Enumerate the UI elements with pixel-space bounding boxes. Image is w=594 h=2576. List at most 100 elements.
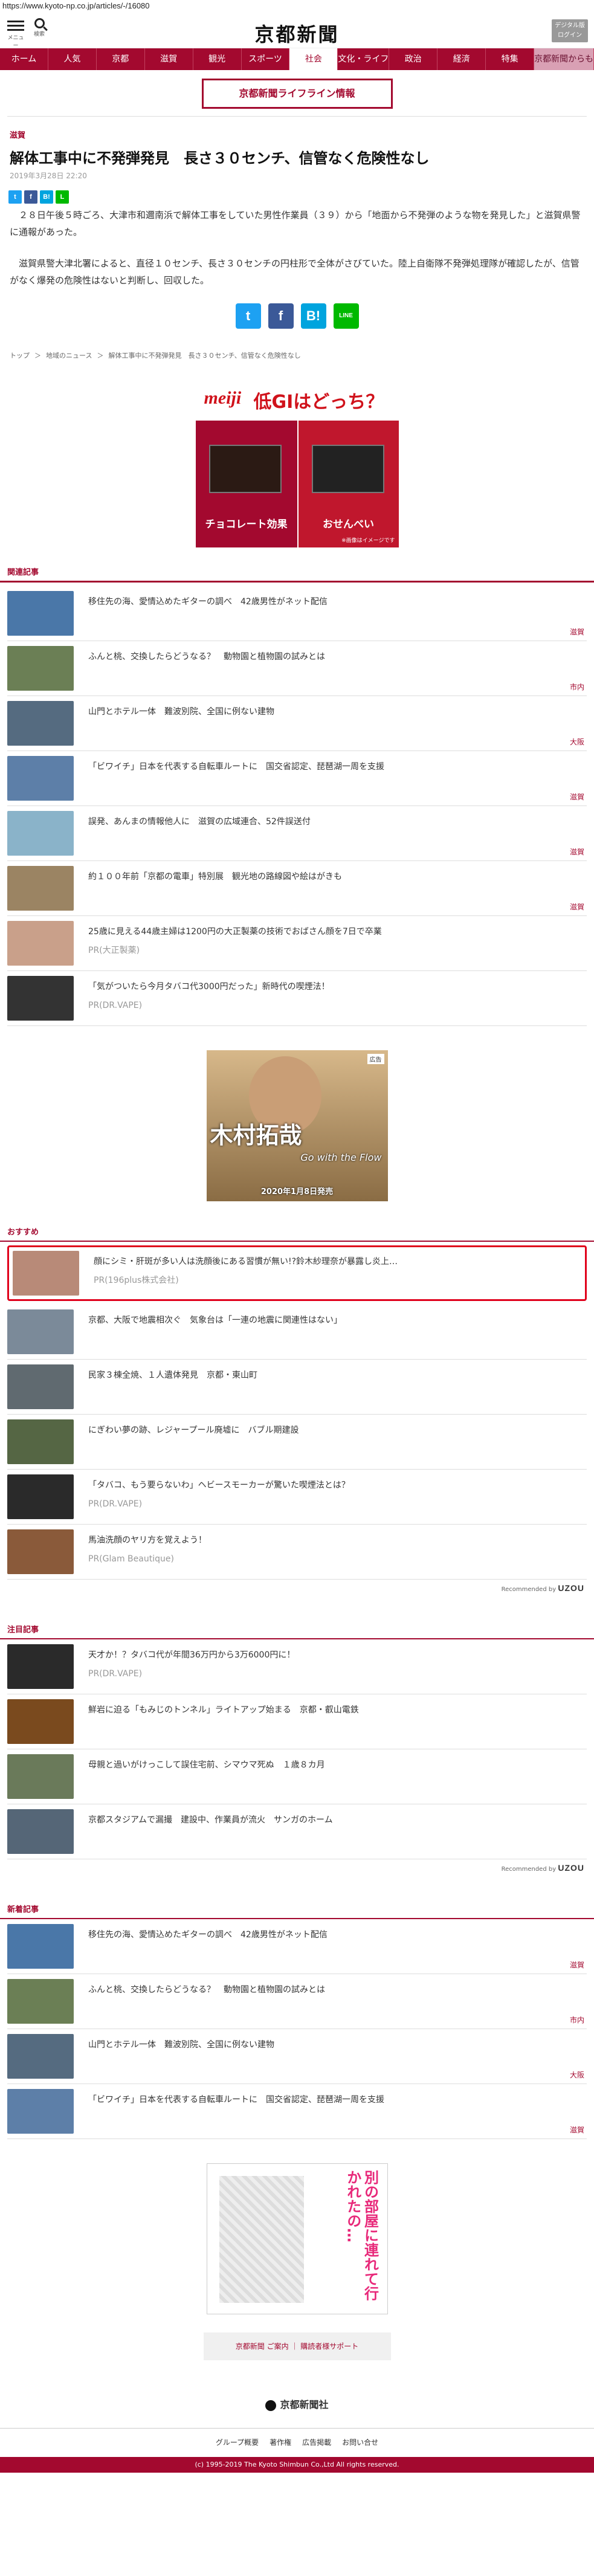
region-tag[interactable]: 市内 xyxy=(570,2015,584,2025)
list-item-title: 天才か！？タバコ代が年間36万円から3万6000円に！ xyxy=(88,1650,295,1661)
nav-item[interactable]: 滋賀 xyxy=(145,48,193,70)
list-item[interactable]: 京都、大阪で地震相次ぐ 気象台は「一連の地震に関連性はない」 xyxy=(7,1305,587,1360)
list-item[interactable]: 「ビワイチ」日本を代表する自転車ルートに 国交省認定、琵琶湖一周を支援滋賀 xyxy=(7,751,587,807)
list-item[interactable]: ふんと桃、交換したらどうなる？ 動物園と植物園の試みとは市内 xyxy=(7,1974,587,2030)
list-item-title: 民家３棟全焼、１人遺体発見 京都・東山町 xyxy=(88,1370,257,1381)
breadcrumb-item[interactable]: トップ xyxy=(10,350,30,360)
ad2-album: Go with the Flow xyxy=(300,1152,382,1164)
list-item[interactable]: 「タバコ、もう要らないわ」ヘビースモーカーが驚いた喫煙法とは？ PR(DR.VAP… xyxy=(7,1470,587,1525)
list-item-text: 京都、大阪で地震相次ぐ 気象台は「一連の地震に関連性はない」 xyxy=(74,1309,342,1354)
recommended-by[interactable]: Recommended by UZOU xyxy=(0,1859,594,1873)
list-item[interactable]: ふんと桃、交換したらどうなる？ 動物園と植物園の試みとは 市内 xyxy=(7,641,587,697)
url-bar[interactable]: https://www.kyoto-np.co.jp/articles/-/16… xyxy=(0,0,594,13)
nav-item[interactable]: ホーム xyxy=(0,48,48,70)
facebook-share-small-icon[interactable]: f xyxy=(24,190,37,204)
article-thumbnail xyxy=(7,646,74,691)
nav-item[interactable]: 特集 xyxy=(486,48,535,70)
nav-item[interactable]: 文化・ライフ xyxy=(338,48,390,70)
nav-item[interactable]: 京都 xyxy=(97,48,145,70)
recommend-heading: おすすめ xyxy=(0,1225,594,1242)
region-tag[interactable]: 大阪 xyxy=(570,2070,584,2080)
list-item-title: 「ビワイチ」日本を代表する自転車ルートに 国交省認定、琵琶湖一周を支援 xyxy=(88,762,384,772)
list-item[interactable]: 約１００年前「京都の電車」特別展 観光地の路線図や絵はがきも滋賀 xyxy=(7,861,587,917)
twitter-share-small-icon[interactable]: t xyxy=(8,190,22,204)
article-thumbnail xyxy=(13,1251,79,1296)
footer-nav-link[interactable]: グループ概要 xyxy=(216,2437,259,2447)
region-tag[interactable]: 滋賀 xyxy=(570,627,584,637)
list-item[interactable]: 馬油洗顔のヤリ方を覚えよう！ PR(Glam Beautique) xyxy=(7,1525,587,1580)
list-item[interactable]: 山門とホテル一体 難波別院、全国に例ない建物 大阪 xyxy=(7,2029,587,2085)
region-tag[interactable]: 滋賀 xyxy=(570,792,584,802)
region-tag[interactable]: 大阪 xyxy=(570,737,584,747)
nav-item[interactable]: 人気 xyxy=(48,48,97,70)
list-item[interactable]: 移住先の海、愛情込めたギターの調べ 42歳男性がネット配信滋賀 xyxy=(7,586,587,642)
list-item[interactable]: 母親と過いがけっこして誤住宅前、シマウマ死ぬ １歳８カ月 xyxy=(7,1749,587,1805)
article-thumbnail xyxy=(7,591,74,636)
manga-ad-text: 別の部屋に連れて行かれたの… xyxy=(344,2170,379,2301)
ad2-release: 2020年1月8日発売 xyxy=(260,1187,334,1197)
list-item[interactable]: 山門とホテル一体 難波別院、全国に例ない建物大阪 xyxy=(7,696,587,752)
list-item[interactable]: 25歳に見える44歳主婦は1200円の大正製薬の技術でおばさん顔を7日で卒業 PR… xyxy=(7,916,587,972)
meiji-ad[interactable]: チョコレート効果 おせんべい ※画像はイメージです meiji 低GIはどっち？ xyxy=(195,378,399,548)
lifeline-banner[interactable]: 京都新聞ライフライン情報 xyxy=(201,79,393,109)
footer-nav-link[interactable]: お問い合せ xyxy=(342,2437,378,2447)
footer-logo[interactable]: 京都新聞社 xyxy=(0,2384,594,2428)
line-share-small-icon[interactable]: L xyxy=(56,190,69,204)
list-item-title: 顔にシミ・肝斑が多い人は洗顔後にある習慣が無い!?鈴木紗理奈が暴露し炎上… xyxy=(94,1257,398,1267)
share-buttons: t f B! LINE xyxy=(0,303,594,329)
list-item-text: 山門とホテル一体 難波別院、全国に例ない建物 xyxy=(74,701,274,746)
list-item[interactable]: 移住先の海、愛情込めたギターの調べ 42歳男性がネット配信滋賀 xyxy=(7,1919,587,1975)
facebook-share-icon[interactable]: f xyxy=(268,303,294,329)
site-logo[interactable]: 京都新聞 xyxy=(0,19,594,47)
nav-item[interactable]: スポーツ xyxy=(242,48,290,70)
article-thumbnail xyxy=(7,866,74,911)
article-thumbnail xyxy=(7,1699,74,1745)
article-thumbnail xyxy=(7,1979,74,2024)
region-tag[interactable]: 滋賀 xyxy=(570,2125,584,2135)
footer-links[interactable]: 京都新聞 ご案内 ｜ 購読者様サポート xyxy=(203,2332,391,2361)
list-item-text: 天才か！？タバコ代が年間36万円から3万6000円に！ PR(DR.VAPE) xyxy=(74,1644,295,1689)
nav-item[interactable]: 観光 xyxy=(193,48,242,70)
manga-ad[interactable]: 別の部屋に連れて行かれたの… xyxy=(206,2163,388,2315)
list-item-title: ふんと桃、交換したらどうなる？ 動物園と植物園の試みとは xyxy=(88,1985,325,1995)
hatena-share-icon[interactable]: B! xyxy=(300,303,326,329)
recommended-by[interactable]: Recommended by UZOU xyxy=(0,1580,594,1593)
sponsor-label: PR(DR.VAPE) xyxy=(88,1669,143,1679)
list-item[interactable]: 民家３棟全焼、１人遺体発見 京都・東山町 xyxy=(7,1360,587,1415)
article-category[interactable]: 滋賀 xyxy=(0,117,594,144)
kimura-album-ad[interactable]: 木村拓哉 Go with the Flow 2020年1月8日発売 広告 xyxy=(206,1050,388,1202)
nav-item[interactable]: 政治 xyxy=(389,48,438,70)
list-item[interactable]: 天才か！？タバコ代が年間36万円から3万6000円に！ PR(DR.VAPE) xyxy=(7,1639,587,1695)
breadcrumb-separator: ＞ xyxy=(34,352,41,360)
article-thumbnail xyxy=(7,756,74,801)
footer-nav-link[interactable]: 広告掲載 xyxy=(302,2437,331,2447)
related-heading: 関連記事 xyxy=(0,566,594,583)
region-tag[interactable]: 滋賀 xyxy=(570,847,584,857)
list-item[interactable]: 「気がついたら今月タバコ代3000円だった」新時代の喫煙法！ PR(DR.VAPE… xyxy=(7,971,587,1027)
nav-item[interactable]: 京都新聞からも xyxy=(534,48,594,70)
ad-headline: 低GIはどっち？ xyxy=(253,392,384,413)
footer-nav-link[interactable]: 著作権 xyxy=(270,2437,291,2447)
twitter-share-icon[interactable]: t xyxy=(235,303,261,329)
nav-item[interactable]: 社会 xyxy=(289,48,338,70)
list-item-title: 移住先の海、愛情込めたギターの調べ 42歳男性がネット配信 xyxy=(88,597,328,607)
list-item[interactable]: にぎわい夢の跡、レジャープール廃墟に バブル期建設 xyxy=(7,1415,587,1470)
list-item[interactable]: 鮮岩に迫る「もみじのトンネル」ライトアップ始まる 京都・叡山電鉄 xyxy=(7,1694,587,1750)
digital-login-button[interactable]: デジタル版 ログイン xyxy=(552,19,588,42)
hatena-share-small-icon[interactable]: B! xyxy=(40,190,53,204)
region-tag[interactable]: 市内 xyxy=(570,682,584,692)
list-item[interactable]: 顔にシミ・肝斑が多い人は洗顔後にある習慣が無い!?鈴木紗理奈が暴露し炎上… PR(… xyxy=(7,1245,587,1302)
list-item-title: 移住先の海、愛情込めたギターの調べ 42歳男性がネット配信 xyxy=(88,1930,328,1940)
uzou-logo: UZOU xyxy=(558,1863,584,1873)
line-share-icon[interactable]: LINE xyxy=(333,303,359,329)
list-item[interactable]: 誤発、あんまの情報他人に 滋賀の広域連合、52件誤送付 滋賀 xyxy=(7,806,587,862)
region-tag[interactable]: 滋賀 xyxy=(570,902,584,912)
nav-item[interactable]: 経済 xyxy=(437,48,486,70)
region-tag[interactable]: 滋賀 xyxy=(570,1960,584,1970)
list-item[interactable]: 京都スタジアムで漏撮 建設中、作業員が流火 サンガのホーム xyxy=(7,1804,587,1860)
list-item[interactable]: 「ビワイチ」日本を代表する自転車ルートに 国交省認定、琵琶湖一周を支援 滋賀 xyxy=(7,2084,587,2140)
list-item-title: 約１００年前「京都の電車」特別展 観光地の路線図や絵はがきも xyxy=(88,872,342,882)
breadcrumb-item[interactable]: 地域のニュース xyxy=(46,350,92,360)
article-thumbnail xyxy=(7,1419,74,1465)
global-nav: ホーム 人気 京都 滋賀 観光 スポーツ 社会 文化・ライフ 政治 経済 特集 京都新聞からも xyxy=(0,48,594,70)
